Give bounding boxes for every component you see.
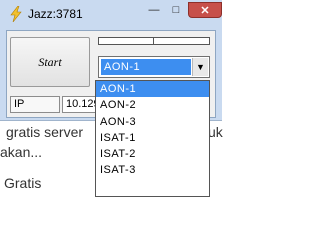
server-select[interactable]: AON-1 ▼ xyxy=(98,56,210,78)
server-select-value: AON-1 xyxy=(101,59,191,75)
chevron-down-icon[interactable]: ▼ xyxy=(192,58,208,76)
ip-field[interactable]: 10.129 xyxy=(62,96,98,113)
dropdown-option[interactable]: ISAT-2 xyxy=(96,146,209,162)
background-text-line1-suffix: uk xyxy=(208,124,223,140)
minimize-button[interactable]: — xyxy=(144,2,164,18)
dropdown-option[interactable]: AON-2 xyxy=(96,97,209,113)
dropdown-option[interactable]: AON-3 xyxy=(96,114,209,130)
dropdown-option[interactable]: ISAT-1 xyxy=(96,130,209,146)
dropdown-option[interactable]: AON-1 xyxy=(96,81,209,98)
background-text-line2: akan... xyxy=(0,144,43,160)
background-text-line3: Gratis xyxy=(4,175,42,191)
dropdown-option[interactable]: ISAT-3 xyxy=(96,162,209,178)
window-title: Jazz:3781 xyxy=(28,7,83,21)
lightning-app-icon xyxy=(8,5,24,23)
maximize-button[interactable]: □ xyxy=(166,2,186,18)
ip-label: IP xyxy=(10,96,60,113)
start-button[interactable]: Start xyxy=(10,37,90,87)
background-text-line1: gratis server xyxy=(6,124,84,140)
close-button[interactable]: ✕ xyxy=(188,2,222,18)
progress-bar xyxy=(98,37,210,45)
server-dropdown-list: AON-1 AON-2 AON-3 ISAT-1 ISAT-2 ISAT-3 xyxy=(95,80,210,197)
title-bar[interactable]: Jazz:3781 — □ ✕ xyxy=(0,0,222,30)
progress-divider xyxy=(153,38,154,44)
